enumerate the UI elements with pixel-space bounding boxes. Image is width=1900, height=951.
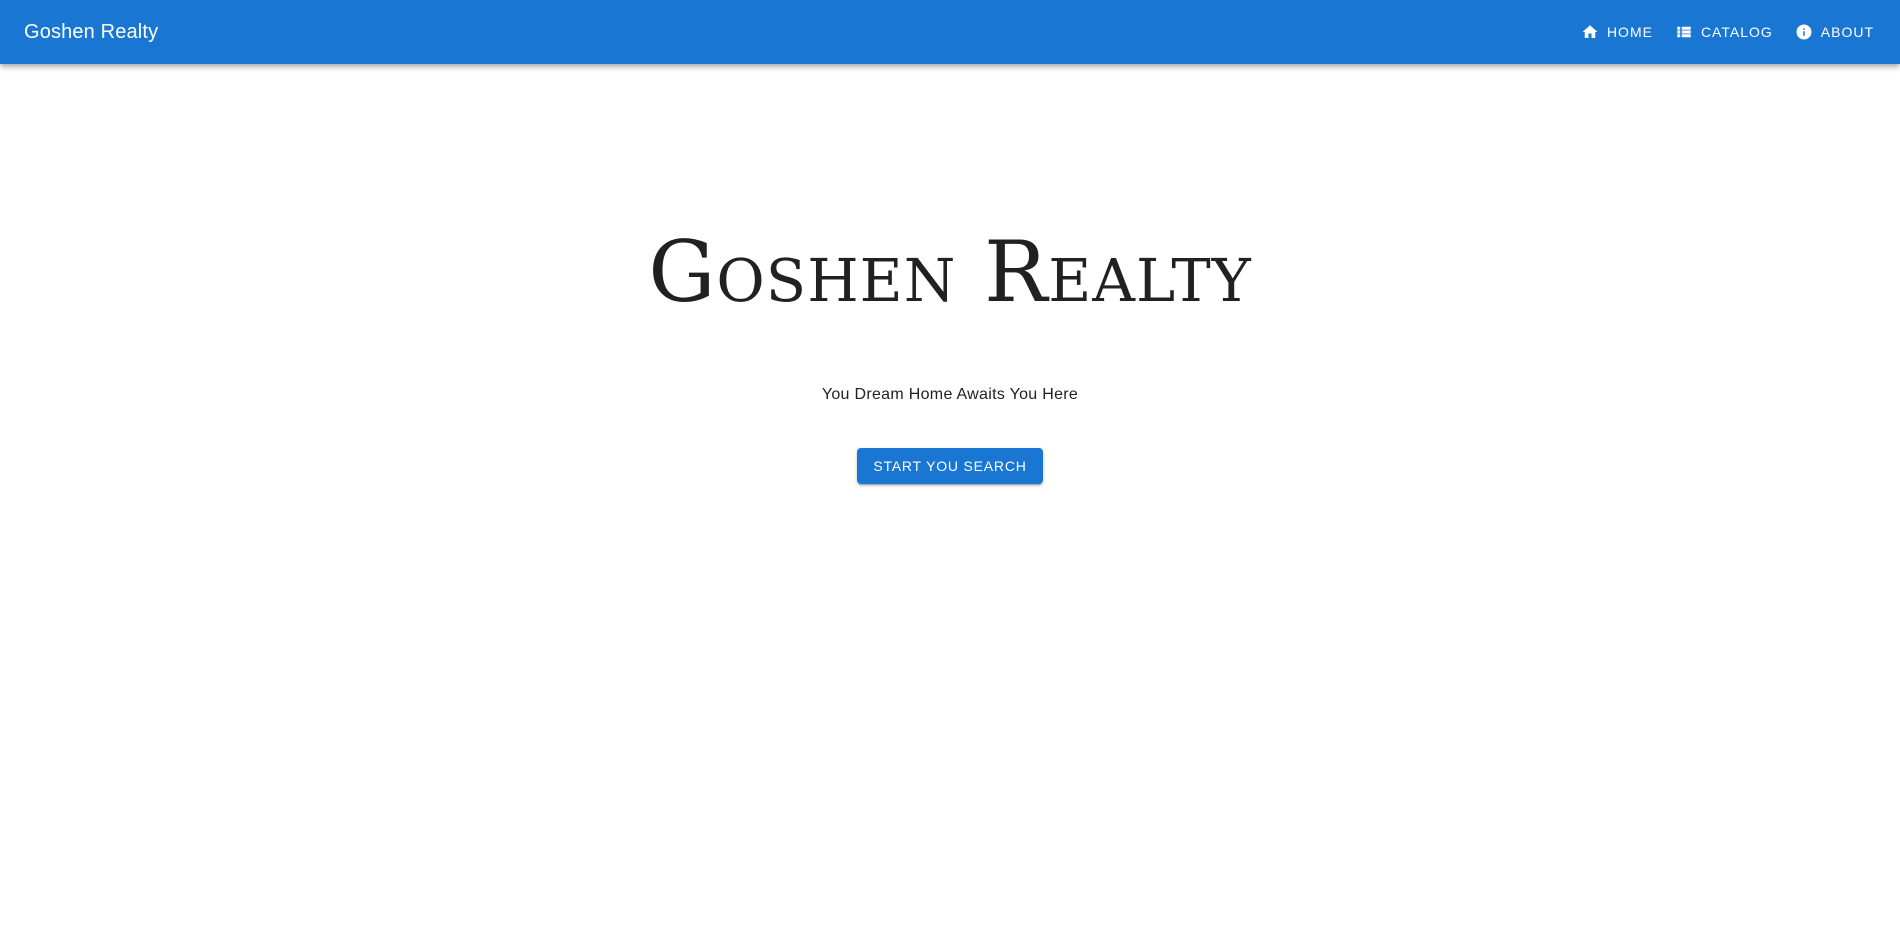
app-title[interactable]: Goshen Realty (24, 21, 1569, 44)
nav-about-label: ABOUT (1820, 24, 1874, 40)
nav-catalog-button[interactable]: CATALOG (1665, 14, 1783, 50)
list-icon (1675, 23, 1693, 41)
home-icon (1581, 23, 1599, 41)
nav-home-button[interactable]: HOME (1571, 14, 1663, 50)
hero-title: Goshen Realty (648, 223, 1252, 321)
app-bar: Goshen Realty HOME CATALOG ABOUT (0, 0, 1900, 64)
cta-container: START YOU SEARCH (0, 448, 1900, 484)
start-search-button[interactable]: START YOU SEARCH (857, 448, 1043, 484)
nav-home-label: HOME (1606, 24, 1653, 40)
top-nav: HOME CATALOG ABOUT (1569, 0, 1884, 64)
nav-catalog-label: CATALOG (1700, 24, 1773, 40)
nav-about-button[interactable]: ABOUT (1785, 14, 1884, 50)
info-icon (1795, 23, 1813, 41)
hero-subtitle: You Dream Home Awaits You Here (821, 386, 1079, 403)
